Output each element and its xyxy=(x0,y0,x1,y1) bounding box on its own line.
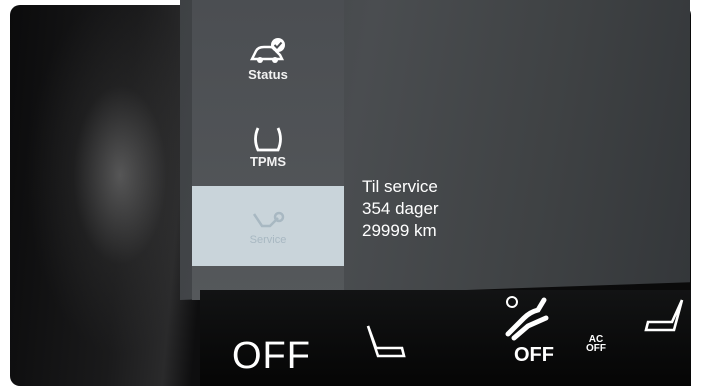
tire-pressure-icon xyxy=(248,124,288,154)
fan-off-button[interactable]: OFF xyxy=(514,344,554,367)
climate-off-button[interactable]: OFF xyxy=(232,335,311,378)
service-title: Til service xyxy=(362,177,438,196)
heated-seat-icon[interactable] xyxy=(642,296,688,334)
car-check-icon xyxy=(248,35,288,67)
sidebar-item-label: Service xyxy=(249,234,287,246)
sidebar: Status TPMS Service xyxy=(192,0,344,300)
ac-off-label: OFF xyxy=(586,343,606,354)
service-icon xyxy=(248,208,288,234)
sidebar-item-label: Status xyxy=(248,67,288,82)
sidebar-item-tpms[interactable]: TPMS xyxy=(192,124,344,184)
sidebar-item-status[interactable]: Status xyxy=(192,35,344,105)
glare-reflection xyxy=(10,5,200,386)
service-km: 29999 km xyxy=(362,221,437,240)
ac-off-button[interactable]: AC OFF xyxy=(586,335,606,354)
service-info: Til service 354 dager 29999 km xyxy=(362,176,439,242)
service-days: 354 dager xyxy=(362,199,439,218)
sidebar-item-service[interactable]: Service xyxy=(192,186,344,266)
seat-icon[interactable] xyxy=(362,322,410,360)
sidebar-item-label: TPMS xyxy=(249,154,287,169)
fan-seat-icon[interactable] xyxy=(504,294,556,342)
